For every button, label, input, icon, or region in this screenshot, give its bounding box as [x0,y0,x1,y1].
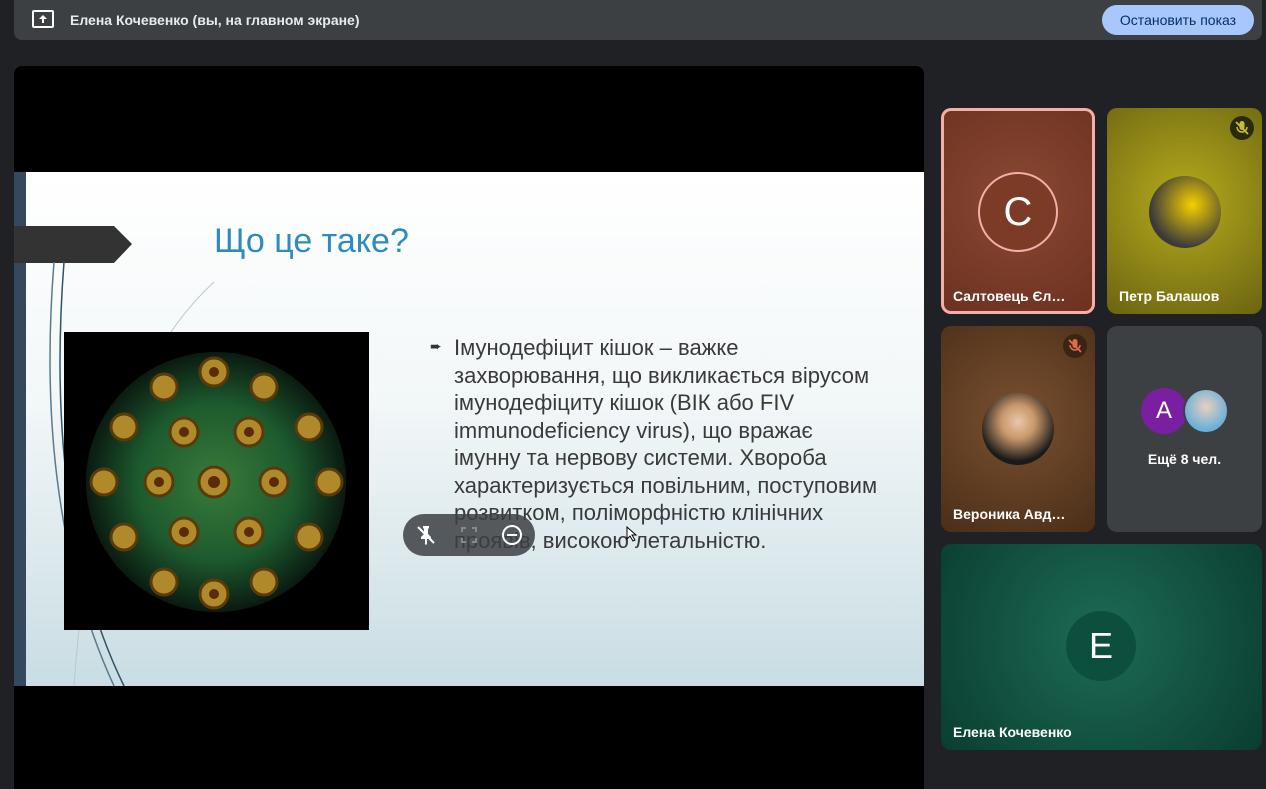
minus-circle-icon [502,525,522,545]
remove-button[interactable] [500,523,524,547]
bullet-marker: ➨ [430,338,442,354]
participant-tile-self[interactable]: Е Елена Кочевенко [941,544,1262,750]
expand-button[interactable] [457,523,481,547]
presentation-controls [403,514,535,556]
fullscreen-icon [461,527,477,543]
avatar: А [1141,388,1187,434]
mic-off-icon [1063,334,1087,358]
mouse-cursor-icon [626,526,638,542]
stop-presenting-button[interactable]: Остановить показ [1102,5,1254,35]
participant-tile-saltovets[interactable]: С Салтовець Єл… [941,108,1095,314]
pin-off-icon [417,526,435,545]
participant-name: Петр Балашов [1119,288,1220,304]
slide-arrow-decoration [14,226,132,263]
more-participants-label: Ещё 8 чел. [1147,451,1222,467]
avatar: Е [1066,611,1136,681]
unpin-button[interactable] [414,523,438,547]
participant-tile-balashov[interactable]: Петр Балашов [1107,108,1262,314]
avatar [1183,388,1229,434]
avatar: С [980,174,1056,250]
participant-tile-veronika[interactable]: Вероника Авд… [941,326,1095,532]
presenter-label: Елена Кочевенко (вы, на главном экране) [70,12,360,28]
participant-name: Салтовець Єл… [953,288,1066,304]
more-participants-tile[interactable]: А Ещё 8 чел. [1107,326,1262,532]
participant-name: Елена Кочевенко [953,724,1072,740]
presenting-bar: Елена Кочевенко (вы, на главном экране) … [14,0,1262,40]
avatar [982,393,1054,465]
slide-title: Що це таке? [214,222,409,260]
virus-image [64,332,369,630]
mic-off-icon [1230,116,1254,140]
presentation-slide: Що це таке? ➨ Імунодефіцит кішок – важке… [14,172,924,686]
present-screen-icon [32,10,54,28]
main-stage: Що це таке? ➨ Імунодефіцит кішок – важке… [14,66,924,789]
avatar [1149,176,1221,248]
participant-name: Вероника Авд… [953,506,1066,522]
